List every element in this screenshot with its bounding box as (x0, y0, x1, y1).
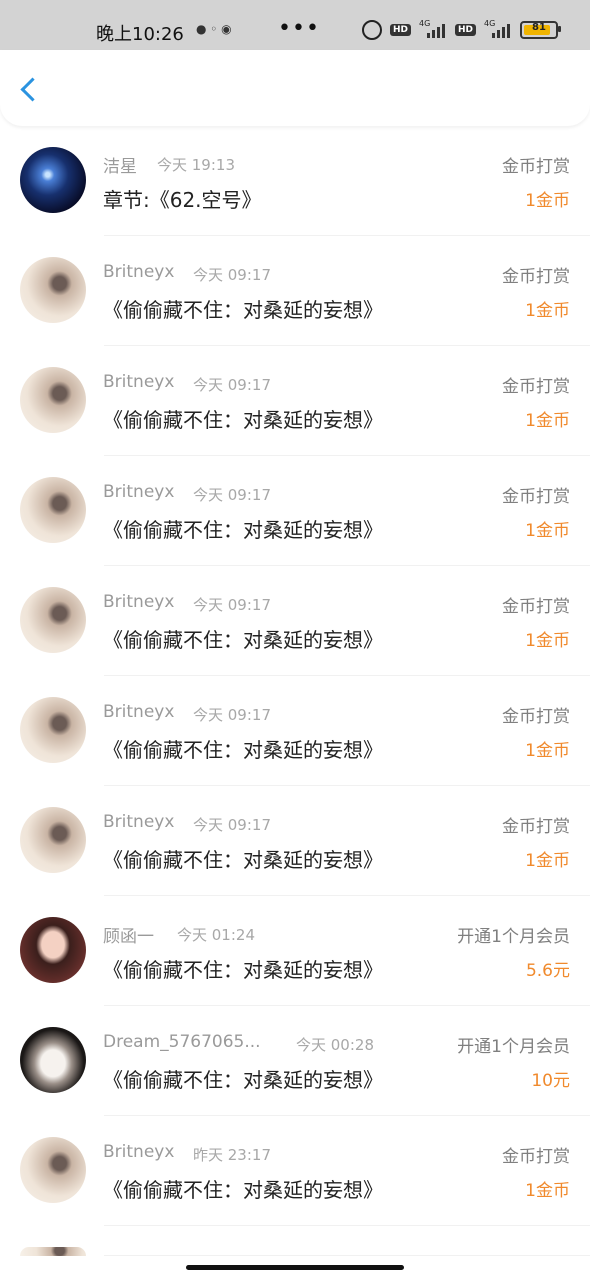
reward-amount: 1金币 (525, 411, 570, 431)
avatar[interactable] (20, 917, 86, 983)
reward-amount: 1金币 (525, 1181, 570, 1201)
user-name: 顾函一 (103, 927, 154, 947)
user-name: Britneyx (103, 262, 175, 282)
user-name: Britneyx (103, 372, 175, 392)
reward-type: 金币打赏 (502, 597, 570, 617)
signal-icon: 4G (419, 19, 447, 38)
timestamp: 昨天 23:17 (193, 1146, 271, 1164)
status-bar: 晚上10:26 ● ◦ ◉ ••• HD 4G HD 4G 81 (0, 0, 590, 50)
list-item[interactable]: Britneyx 今天 09:17 《偷偷藏不住：对桑延的妄想》 金币打赏 1金… (0, 456, 590, 566)
timestamp: 今天 00:28 (296, 1036, 374, 1054)
battery-icon: 81 (520, 21, 561, 39)
item-title: 《偷偷藏不住：对桑延的妄想》 (103, 1068, 383, 1092)
item-title: 《偷偷藏不住：对桑延的妄想》 (103, 848, 383, 872)
top-bar (0, 50, 590, 126)
item-title: 《偷偷藏不住：对桑延的妄想》 (103, 298, 383, 322)
timestamp: 今天 01:24 (177, 926, 255, 944)
reward-amount: 1金币 (525, 521, 570, 541)
home-indicator[interactable] (186, 1265, 404, 1270)
avatar[interactable] (20, 1137, 86, 1203)
user-name: Britneyx (103, 592, 175, 612)
avatar[interactable] (20, 1247, 86, 1256)
reward-type: 金币打赏 (502, 487, 570, 507)
avatar[interactable] (20, 807, 86, 873)
user-name: Britneyx (103, 1142, 175, 1162)
avatar[interactable] (20, 697, 86, 763)
alarm-icon (361, 20, 382, 40)
item-title: 章节:《62.空号》 (103, 188, 262, 212)
reward-amount: 1金币 (525, 851, 570, 871)
reward-type: 金币打赏 (502, 707, 570, 727)
status-right-icons: HD 4G HD 4G 81 (361, 18, 561, 42)
notification-icons: ● ◦ ◉ (196, 22, 232, 36)
list-item-partial[interactable] (0, 1226, 590, 1256)
timestamp: 今天 19:13 (157, 156, 235, 174)
item-title: 《偷偷藏不住：对桑延的妄想》 (103, 628, 383, 652)
user-name: 洁星 (103, 157, 137, 177)
reward-type: 金币打赏 (502, 157, 570, 177)
status-time: 晚上10:26 (96, 24, 184, 45)
chevron-left-icon[interactable] (20, 77, 45, 102)
item-title: 《偷偷藏不住：对桑延的妄想》 (103, 408, 383, 432)
reward-amount: 10元 (531, 1071, 570, 1091)
list-item[interactable]: 洁星 今天 19:13 章节:《62.空号》 金币打赏 1金币 (0, 126, 590, 236)
user-name: Dream_5767065... (103, 1032, 261, 1052)
more-notifications-icon: ••• (278, 16, 320, 41)
timestamp: 今天 09:17 (193, 816, 271, 834)
list-item[interactable]: Britneyx 今天 09:17 《偷偷藏不住：对桑延的妄想》 金币打赏 1金… (0, 566, 590, 676)
list-item[interactable]: Britneyx 今天 09:17 《偷偷藏不住：对桑延的妄想》 金币打赏 1金… (0, 786, 590, 896)
reward-type: 开通1个月会员 (457, 927, 570, 947)
list-item[interactable]: Britneyx 昨天 23:17 《偷偷藏不住：对桑延的妄想》 金币打赏 1金… (0, 1116, 590, 1226)
list-item[interactable]: Britneyx 今天 09:17 《偷偷藏不住：对桑延的妄想》 金币打赏 1金… (0, 346, 590, 456)
reward-list: 洁星 今天 19:13 章节:《62.空号》 金币打赏 1金币 Britneyx… (0, 126, 590, 1256)
avatar[interactable] (20, 477, 86, 543)
timestamp: 今天 09:17 (193, 266, 271, 284)
hd-icon-2: HD (454, 24, 476, 36)
user-name: Britneyx (103, 482, 175, 502)
avatar[interactable] (20, 367, 86, 433)
reward-amount: 1金币 (525, 741, 570, 761)
avatar[interactable] (20, 587, 86, 653)
reward-amount: 1金币 (525, 631, 570, 651)
list-item[interactable]: Britneyx 今天 09:17 《偷偷藏不住：对桑延的妄想》 金币打赏 1金… (0, 236, 590, 346)
reward-type: 金币打赏 (502, 267, 570, 287)
timestamp: 今天 09:17 (193, 706, 271, 724)
timestamp: 今天 09:17 (193, 596, 271, 614)
avatar[interactable] (20, 257, 86, 323)
item-title: 《偷偷藏不住：对桑延的妄想》 (103, 1178, 383, 1202)
avatar[interactable] (20, 1027, 86, 1093)
timestamp: 今天 09:17 (193, 486, 271, 504)
list-item[interactable]: Britneyx 今天 09:17 《偷偷藏不住：对桑延的妄想》 金币打赏 1金… (0, 676, 590, 786)
list-item[interactable]: 顾函一 今天 01:24 《偷偷藏不住：对桑延的妄想》 开通1个月会员 5.6元 (0, 896, 590, 1006)
avatar[interactable] (20, 147, 86, 213)
reward-type: 金币打赏 (502, 817, 570, 837)
battery-level: 81 (532, 22, 546, 33)
item-title: 《偷偷藏不住：对桑延的妄想》 (103, 738, 383, 762)
user-name: Britneyx (103, 812, 175, 832)
reward-amount: 1金币 (525, 301, 570, 321)
list-item[interactable]: Dream_5767065... 今天 00:28 《偷偷藏不住：对桑延的妄想》… (0, 1006, 590, 1116)
item-title: 《偷偷藏不住：对桑延的妄想》 (103, 518, 383, 542)
signal-icon-2: 4G (484, 19, 512, 38)
reward-amount: 1金币 (525, 191, 570, 211)
reward-type: 开通1个月会员 (457, 1037, 570, 1057)
hd-icon: HD (389, 24, 411, 36)
reward-type: 金币打赏 (502, 377, 570, 397)
item-title: 《偷偷藏不住：对桑延的妄想》 (103, 958, 383, 982)
reward-amount: 5.6元 (525, 961, 570, 981)
reward-type: 金币打赏 (502, 1147, 570, 1167)
timestamp: 今天 09:17 (193, 376, 271, 394)
user-name: Britneyx (103, 702, 175, 722)
